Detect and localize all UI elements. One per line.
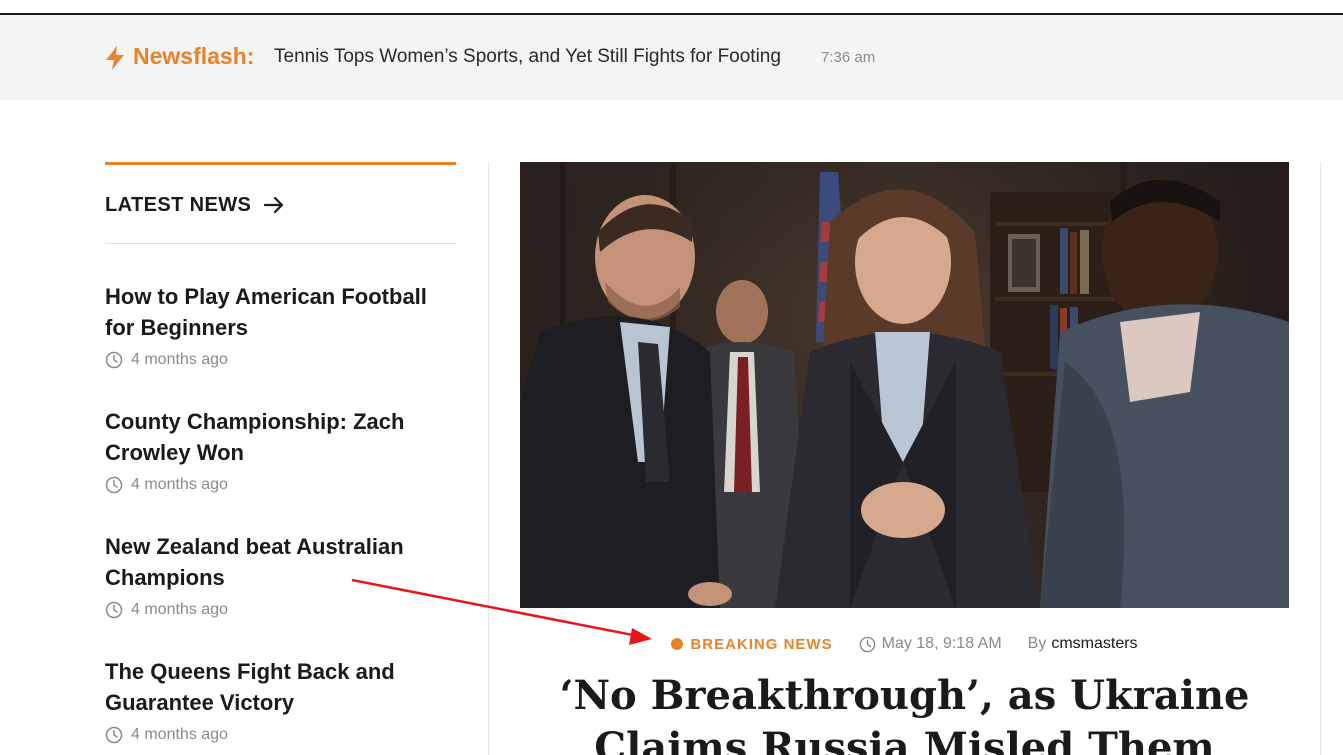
list-item: The Queens Fight Back and Guarantee Vict… — [105, 656, 456, 745]
featured-photo — [520, 162, 1289, 608]
newsflash-bar: Newsflash: Tennis Tops Women’s Sports, a… — [0, 15, 1343, 100]
latest-news-title: LATEST NEWS — [105, 193, 252, 216]
featured-image[interactable] — [520, 162, 1289, 608]
news-item-meta: 4 months ago — [105, 600, 456, 620]
column-divider — [488, 162, 489, 755]
news-item-title-link[interactable]: New Zealand beat Australian Champions — [105, 531, 456, 593]
news-item-title-link[interactable]: How to Play American Football for Beginn… — [105, 281, 456, 343]
news-item-meta: 4 months ago — [105, 350, 456, 370]
news-item-meta: 4 months ago — [105, 475, 456, 495]
category-dot — [671, 638, 684, 650]
clock-icon — [105, 476, 123, 494]
newsflash-time: 7:36 am — [821, 49, 876, 66]
news-item-time: 4 months ago — [131, 726, 228, 743]
list-item: How to Play American Football for Beginn… — [105, 281, 456, 370]
clock-icon — [105, 726, 123, 744]
lightning-icon — [106, 46, 124, 70]
news-item-title-link[interactable]: The Queens Fight Back and Guarantee Vict… — [105, 656, 456, 718]
category-link[interactable]: BREAKING NEWS — [690, 636, 832, 653]
clock-icon — [105, 351, 123, 369]
sidebar-accent-rule — [105, 162, 456, 165]
arrow-right-icon — [264, 196, 284, 214]
by-label: By — [1027, 635, 1047, 652]
clock-icon — [859, 636, 875, 652]
news-item-time: 4 months ago — [131, 601, 228, 618]
list-item: County Championship: Zach Crowley Won 4 … — [105, 406, 456, 495]
newsflash-label: Newsflash: — [133, 43, 255, 69]
sidebar-divider — [105, 243, 456, 244]
featured-headline-link[interactable]: ‘No Breakthrough’, as Ukraine Claims Rus… — [520, 670, 1289, 755]
news-item-time: 4 months ago — [131, 476, 228, 493]
column-divider-right — [1320, 162, 1321, 755]
post-date: May 18, 9:18 AM — [881, 635, 1002, 652]
newsflash-headline-link[interactable]: Tennis Tops Women’s Sports, and Yet Stil… — [274, 46, 781, 68]
news-item-meta: 4 months ago — [105, 725, 456, 745]
clock-icon — [105, 601, 123, 619]
featured-meta: BREAKING NEWS May 18, 9:18 AM By cmsmast… — [520, 632, 1289, 656]
author-link[interactable]: cmsmasters — [1051, 635, 1137, 653]
news-item-title-link[interactable]: County Championship: Zach Crowley Won — [105, 406, 456, 468]
latest-news-title-link[interactable]: LATEST NEWS — [105, 192, 285, 218]
list-item: New Zealand beat Australian Champions 4 … — [105, 531, 456, 620]
news-item-time: 4 months ago — [131, 351, 228, 368]
